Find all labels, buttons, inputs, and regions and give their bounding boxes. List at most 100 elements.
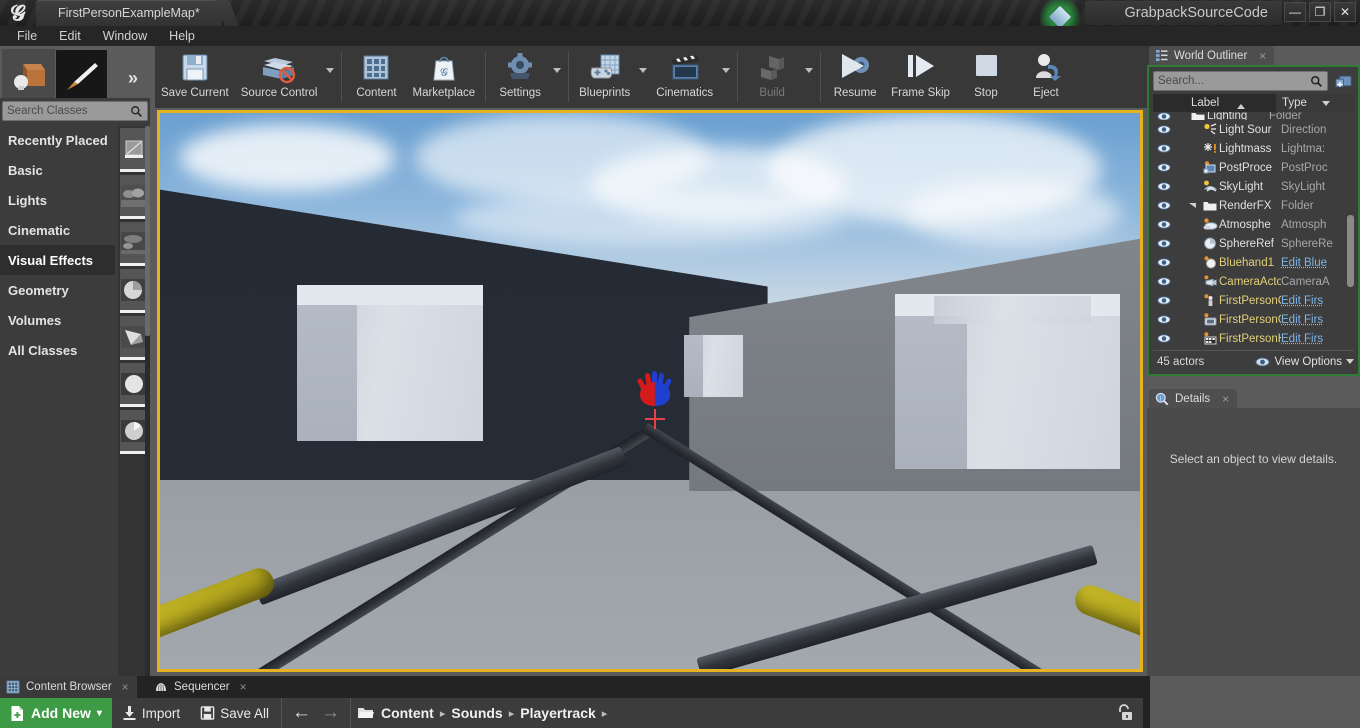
place-category-lights[interactable]: Lights — [0, 185, 115, 215]
view-options-button[interactable]: View Options — [1255, 356, 1354, 368]
visibility-eye-icon[interactable] — [1153, 239, 1175, 248]
table-row[interactable]: Lighting Folder — [1153, 112, 1354, 120]
paint-mode-tab[interactable] — [55, 49, 108, 103]
save-all-button[interactable]: Save All — [190, 698, 279, 728]
save-current-label: Save Current — [161, 87, 229, 99]
blueprints-dropdown[interactable] — [636, 46, 650, 108]
table-row[interactable]: FirstPersonH Edit Firs — [1153, 329, 1354, 348]
visibility-eye-icon[interactable] — [1153, 112, 1175, 120]
asset-thumbnail[interactable] — [120, 316, 148, 360]
menu-window[interactable]: Window — [92, 27, 158, 45]
visibility-eye-icon[interactable] — [1153, 315, 1175, 324]
place-category-visual-effects[interactable]: Visual Effects — [0, 245, 115, 275]
table-row[interactable]: Light Sour Direction — [1153, 120, 1354, 139]
frame-skip-button[interactable]: Frame Skip — [885, 46, 956, 108]
asset-thumbnail[interactable] — [120, 269, 148, 313]
column-label[interactable]: Label — [1183, 97, 1276, 109]
asset-thumbnail[interactable] — [120, 128, 148, 172]
table-row[interactable]: Bluehand1 Edit Blue — [1153, 253, 1354, 272]
visibility-eye-icon[interactable] — [1153, 220, 1175, 229]
place-category-geometry[interactable]: Geometry — [0, 275, 115, 305]
save-current-button[interactable]: Save Current — [155, 46, 235, 108]
menu-file[interactable]: File — [6, 27, 48, 45]
visibility-eye-icon[interactable] — [1153, 182, 1175, 191]
add-new-button[interactable]: Add New ▾ — [0, 698, 112, 728]
expand-triangle-icon[interactable] — [1183, 201, 1201, 210]
place-actors-mode-tab[interactable] — [2, 49, 55, 103]
visibility-eye-icon[interactable] — [1153, 296, 1175, 305]
asset-thumbnail[interactable] — [120, 175, 148, 219]
details-tab[interactable]: i Details × — [1149, 389, 1238, 408]
content-button[interactable]: Content — [346, 46, 406, 108]
thumbnail-scrollbar[interactable] — [145, 126, 150, 676]
add-folder-button[interactable] — [1332, 71, 1354, 91]
table-row[interactable]: Atmosphe Atmosph — [1153, 215, 1354, 234]
visibility-eye-icon[interactable] — [1153, 163, 1175, 172]
forward-button[interactable]: → — [321, 702, 340, 724]
map-tab[interactable]: FirstPersonExampleMap* — [36, 0, 222, 26]
back-button[interactable]: ← — [292, 702, 311, 724]
tab-sequencer[interactable]: Sequencer × — [148, 676, 255, 698]
table-row[interactable]: FirstPersonG Edit Firs — [1153, 310, 1354, 329]
place-category-recently-placed[interactable]: Recently Placed — [0, 125, 115, 155]
tab-content-browser[interactable]: Content Browser × — [0, 676, 137, 698]
place-category-all-classes[interactable]: All Classes — [0, 335, 115, 365]
table-row[interactable]: Lightmass Lightma: — [1153, 139, 1354, 158]
camera-actor-icon — [1201, 275, 1219, 288]
close-icon[interactable]: × — [1259, 49, 1266, 63]
build-dropdown[interactable] — [802, 46, 816, 108]
asset-thumbnail[interactable] — [120, 222, 148, 266]
maximize-button[interactable]: ❐ — [1309, 2, 1331, 22]
place-category-volumes[interactable]: Volumes — [0, 305, 115, 335]
column-type[interactable]: Type — [1276, 94, 1354, 112]
asset-thumbnail[interactable] — [120, 363, 148, 407]
breadcrumb-sounds[interactable]: Sounds — [451, 705, 502, 721]
table-row[interactable]: CameraActo CameraA — [1153, 272, 1354, 291]
source-control-dropdown[interactable] — [323, 46, 337, 108]
visibility-eye-icon[interactable] — [1153, 201, 1175, 210]
menu-help[interactable]: Help — [158, 27, 206, 45]
visibility-eye-icon[interactable] — [1153, 334, 1175, 343]
visibility-eye-icon[interactable] — [1153, 144, 1175, 153]
place-category-cinematic[interactable]: Cinematic — [0, 215, 115, 245]
asset-thumbnail[interactable] — [120, 410, 148, 454]
minimize-button[interactable]: — — [1284, 2, 1306, 22]
outliner-scrollbar[interactable] — [1347, 215, 1354, 287]
close-icon[interactable]: × — [1222, 392, 1229, 406]
cinematics-dropdown[interactable] — [719, 46, 733, 108]
hud-icon — [1201, 332, 1219, 345]
table-row[interactable]: RenderFX Folder — [1153, 196, 1354, 215]
search-classes-input[interactable]: Search Classes — [2, 101, 148, 121]
lock-content-browser-button[interactable] — [1115, 703, 1133, 728]
cinematics-button[interactable]: Cinematics — [650, 46, 719, 108]
blueprints-button[interactable]: Blueprints — [573, 46, 636, 108]
settings-dropdown[interactable] — [550, 46, 564, 108]
table-row[interactable]: SphereRef SphereRe — [1153, 234, 1354, 253]
settings-button[interactable]: Settings — [490, 46, 550, 108]
table-row[interactable]: FirstPersonC Edit Firs — [1153, 291, 1354, 310]
breadcrumb-content[interactable]: Content — [381, 705, 434, 721]
source-control-button[interactable]: Source Control — [235, 46, 324, 108]
close-icon[interactable]: × — [240, 680, 247, 694]
visibility-eye-icon[interactable] — [1153, 125, 1175, 134]
import-button[interactable]: Import — [112, 698, 190, 728]
world-outliner-tab[interactable]: World Outliner × — [1149, 46, 1275, 65]
table-row[interactable]: PostProce PostProc — [1153, 158, 1354, 177]
close-icon[interactable]: × — [122, 680, 129, 694]
level-viewport[interactable] — [157, 110, 1143, 672]
project-name-pill: GrabpackSourceCode — [1084, 1, 1282, 25]
outliner-search-input[interactable]: Search... — [1153, 71, 1328, 91]
menu-edit[interactable]: Edit — [48, 27, 92, 45]
breadcrumb-playertrack[interactable]: Playertrack — [520, 705, 596, 721]
place-category-basic[interactable]: Basic — [0, 155, 115, 185]
mode-expander-icon[interactable]: » — [128, 68, 138, 89]
table-row[interactable]: SkyLight SkyLight — [1153, 177, 1354, 196]
marketplace-button[interactable]: 𝓖 Marketplace — [406, 46, 481, 108]
close-button[interactable]: ✕ — [1334, 2, 1356, 22]
eject-button[interactable]: Eject — [1016, 46, 1076, 108]
visibility-eye-icon[interactable] — [1153, 258, 1175, 267]
visibility-eye-icon[interactable] — [1153, 277, 1175, 286]
resume-button[interactable]: Resume — [825, 46, 885, 108]
stop-button[interactable]: Stop — [956, 46, 1016, 108]
build-button[interactable]: Build — [742, 46, 802, 108]
